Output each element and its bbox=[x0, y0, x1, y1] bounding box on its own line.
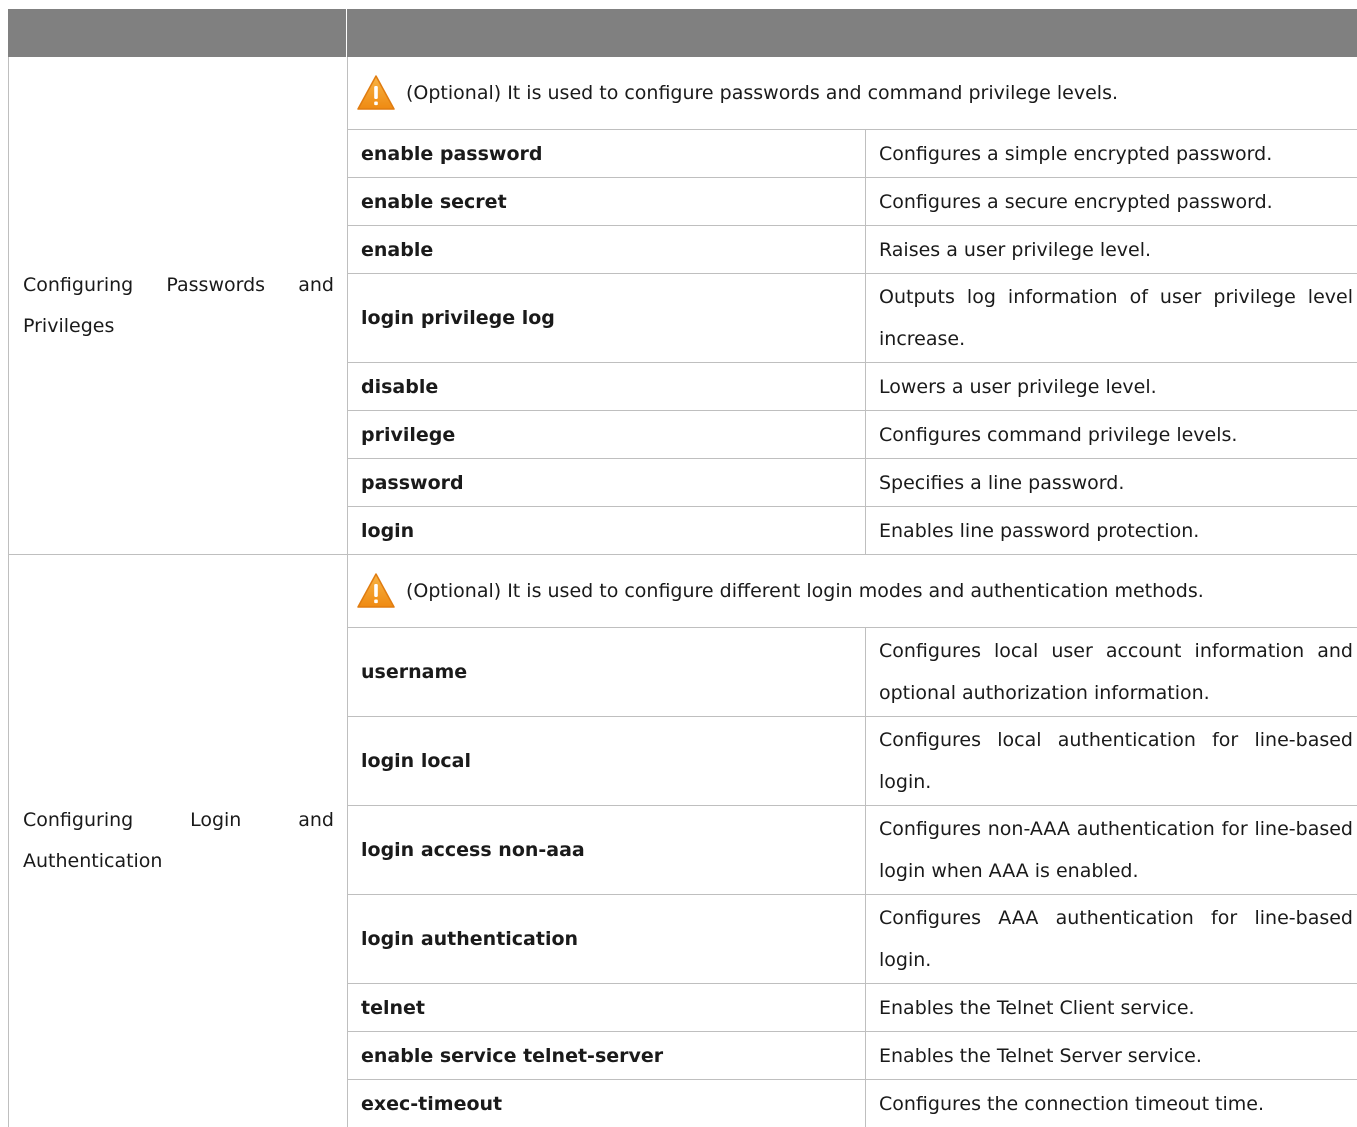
optional-note: (Optional) It is used to configure passw… bbox=[348, 57, 1357, 130]
table-row: login access non-aaa Configures non-AAA … bbox=[348, 806, 1357, 895]
description-cell: Enables the Telnet Client service. bbox=[866, 984, 1357, 1031]
description-text: Configures local user account informatio… bbox=[879, 640, 1353, 704]
description-text: Configures AAA authentication for line-b… bbox=[879, 907, 1353, 971]
description-text: Enables the Telnet Server service. bbox=[879, 1044, 1202, 1067]
config-table: Configuring Passwords and Privileges (Op… bbox=[8, 9, 1357, 1127]
description-cell: Configures the connection timeout time. bbox=[866, 1080, 1357, 1127]
header-cell-task bbox=[8, 9, 347, 57]
table-row: disable Lowers a user privilege level. bbox=[348, 363, 1357, 411]
section-title: Configuring Login and Authentication bbox=[23, 809, 334, 872]
table-row: login local Configures local authenticat… bbox=[348, 717, 1357, 806]
command-cell: disable bbox=[348, 363, 866, 410]
warning-icon bbox=[357, 573, 395, 608]
description-cell: Configures a secure encrypted password. bbox=[866, 178, 1357, 225]
description-cell: Configures command privilege levels. bbox=[866, 411, 1357, 458]
command-cell: privilege bbox=[348, 411, 866, 458]
description-text: Enables line password protection. bbox=[879, 519, 1200, 542]
table-row: username Configures local user account i… bbox=[348, 628, 1357, 717]
description-text: Configures non-AAA authentication for li… bbox=[879, 818, 1353, 882]
section-title-cell: Configuring Passwords and Privileges bbox=[8, 57, 348, 554]
command-cell: enable bbox=[348, 226, 866, 273]
command-cell: password bbox=[348, 459, 866, 506]
command-cell: enable password bbox=[348, 130, 866, 177]
description-cell: Enables the Telnet Server service. bbox=[866, 1032, 1357, 1079]
table-row: enable password Configures a simple encr… bbox=[348, 130, 1357, 178]
note-text: (Optional) It is used to configure diffe… bbox=[406, 580, 1204, 602]
description-cell: Configures AAA authentication for line-b… bbox=[866, 895, 1357, 983]
command-cell: login local bbox=[348, 717, 866, 805]
description-text: Configures the connection timeout time. bbox=[879, 1092, 1265, 1115]
description-text: Raises a user privilege level. bbox=[879, 238, 1152, 261]
description-cell: Configures local user account informatio… bbox=[866, 628, 1357, 716]
section-body: (Optional) It is used to configure diffe… bbox=[348, 555, 1357, 1127]
table-row: login authentication Configures AAA auth… bbox=[348, 895, 1357, 984]
table-row: login privilege log Outputs log informat… bbox=[348, 274, 1357, 363]
description-text: Configures local authentication for line… bbox=[879, 729, 1353, 793]
table-row: enable service telnet-server Enables the… bbox=[348, 1032, 1357, 1080]
description-cell: Configures non-AAA authentication for li… bbox=[866, 806, 1357, 894]
section-title: Configuring Passwords and Privileges bbox=[23, 273, 334, 337]
table-row: privilege Configures command privilege l… bbox=[348, 411, 1357, 459]
note-text: (Optional) It is used to configure passw… bbox=[406, 82, 1119, 104]
table-header bbox=[8, 9, 1357, 57]
description-cell: Lowers a user privilege level. bbox=[866, 363, 1357, 410]
description-text: Outputs log information of user privileg… bbox=[879, 286, 1353, 350]
description-text: Enables the Telnet Client service. bbox=[879, 996, 1195, 1019]
command-cell: enable secret bbox=[348, 178, 866, 225]
description-cell: Outputs log information of user privileg… bbox=[866, 274, 1357, 362]
table-row: login Enables line password protection. bbox=[348, 507, 1357, 554]
description-text: Configures a simple encrypted password. bbox=[879, 142, 1273, 165]
command-cell: login authentication bbox=[348, 895, 866, 983]
description-cell: Configures local authentication for line… bbox=[866, 717, 1357, 805]
command-cell: login bbox=[348, 507, 866, 554]
optional-note: (Optional) It is used to configure diffe… bbox=[348, 555, 1357, 628]
table-row: telnet Enables the Telnet Client service… bbox=[348, 984, 1357, 1032]
command-cell: enable service telnet-server bbox=[348, 1032, 866, 1079]
section-title-cell: Configuring Login and Authentication bbox=[8, 555, 348, 1127]
description-cell: Configures a simple encrypted password. bbox=[866, 130, 1357, 177]
table-row: password Specifies a line password. bbox=[348, 459, 1357, 507]
description-cell: Enables line password protection. bbox=[866, 507, 1357, 554]
command-cell: exec-timeout bbox=[348, 1080, 866, 1127]
description-cell: Raises a user privilege level. bbox=[866, 226, 1357, 273]
description-cell: Specifies a line password. bbox=[866, 459, 1357, 506]
table-row: enable secret Configures a secure encryp… bbox=[348, 178, 1357, 226]
section-login-authentication: Configuring Login and Authentication (Op… bbox=[8, 555, 1357, 1127]
command-cell: login privilege log bbox=[348, 274, 866, 362]
table-row: exec-timeout Configures the connection t… bbox=[348, 1080, 1357, 1127]
description-text: Configures a secure encrypted password. bbox=[879, 190, 1273, 213]
warning-icon bbox=[357, 75, 395, 110]
command-cell: telnet bbox=[348, 984, 866, 1031]
section-body: (Optional) It is used to configure passw… bbox=[348, 57, 1357, 554]
table-row: enable Raises a user privilege level. bbox=[348, 226, 1357, 274]
description-text: Specifies a line password. bbox=[879, 471, 1125, 494]
header-cell-details bbox=[347, 9, 1357, 57]
section-passwords-privileges: Configuring Passwords and Privileges (Op… bbox=[8, 57, 1357, 555]
command-cell: login access non-aaa bbox=[348, 806, 866, 894]
description-text: Configures command privilege levels. bbox=[879, 423, 1238, 446]
description-text: Lowers a user privilege level. bbox=[879, 375, 1157, 398]
command-cell: username bbox=[348, 628, 866, 716]
